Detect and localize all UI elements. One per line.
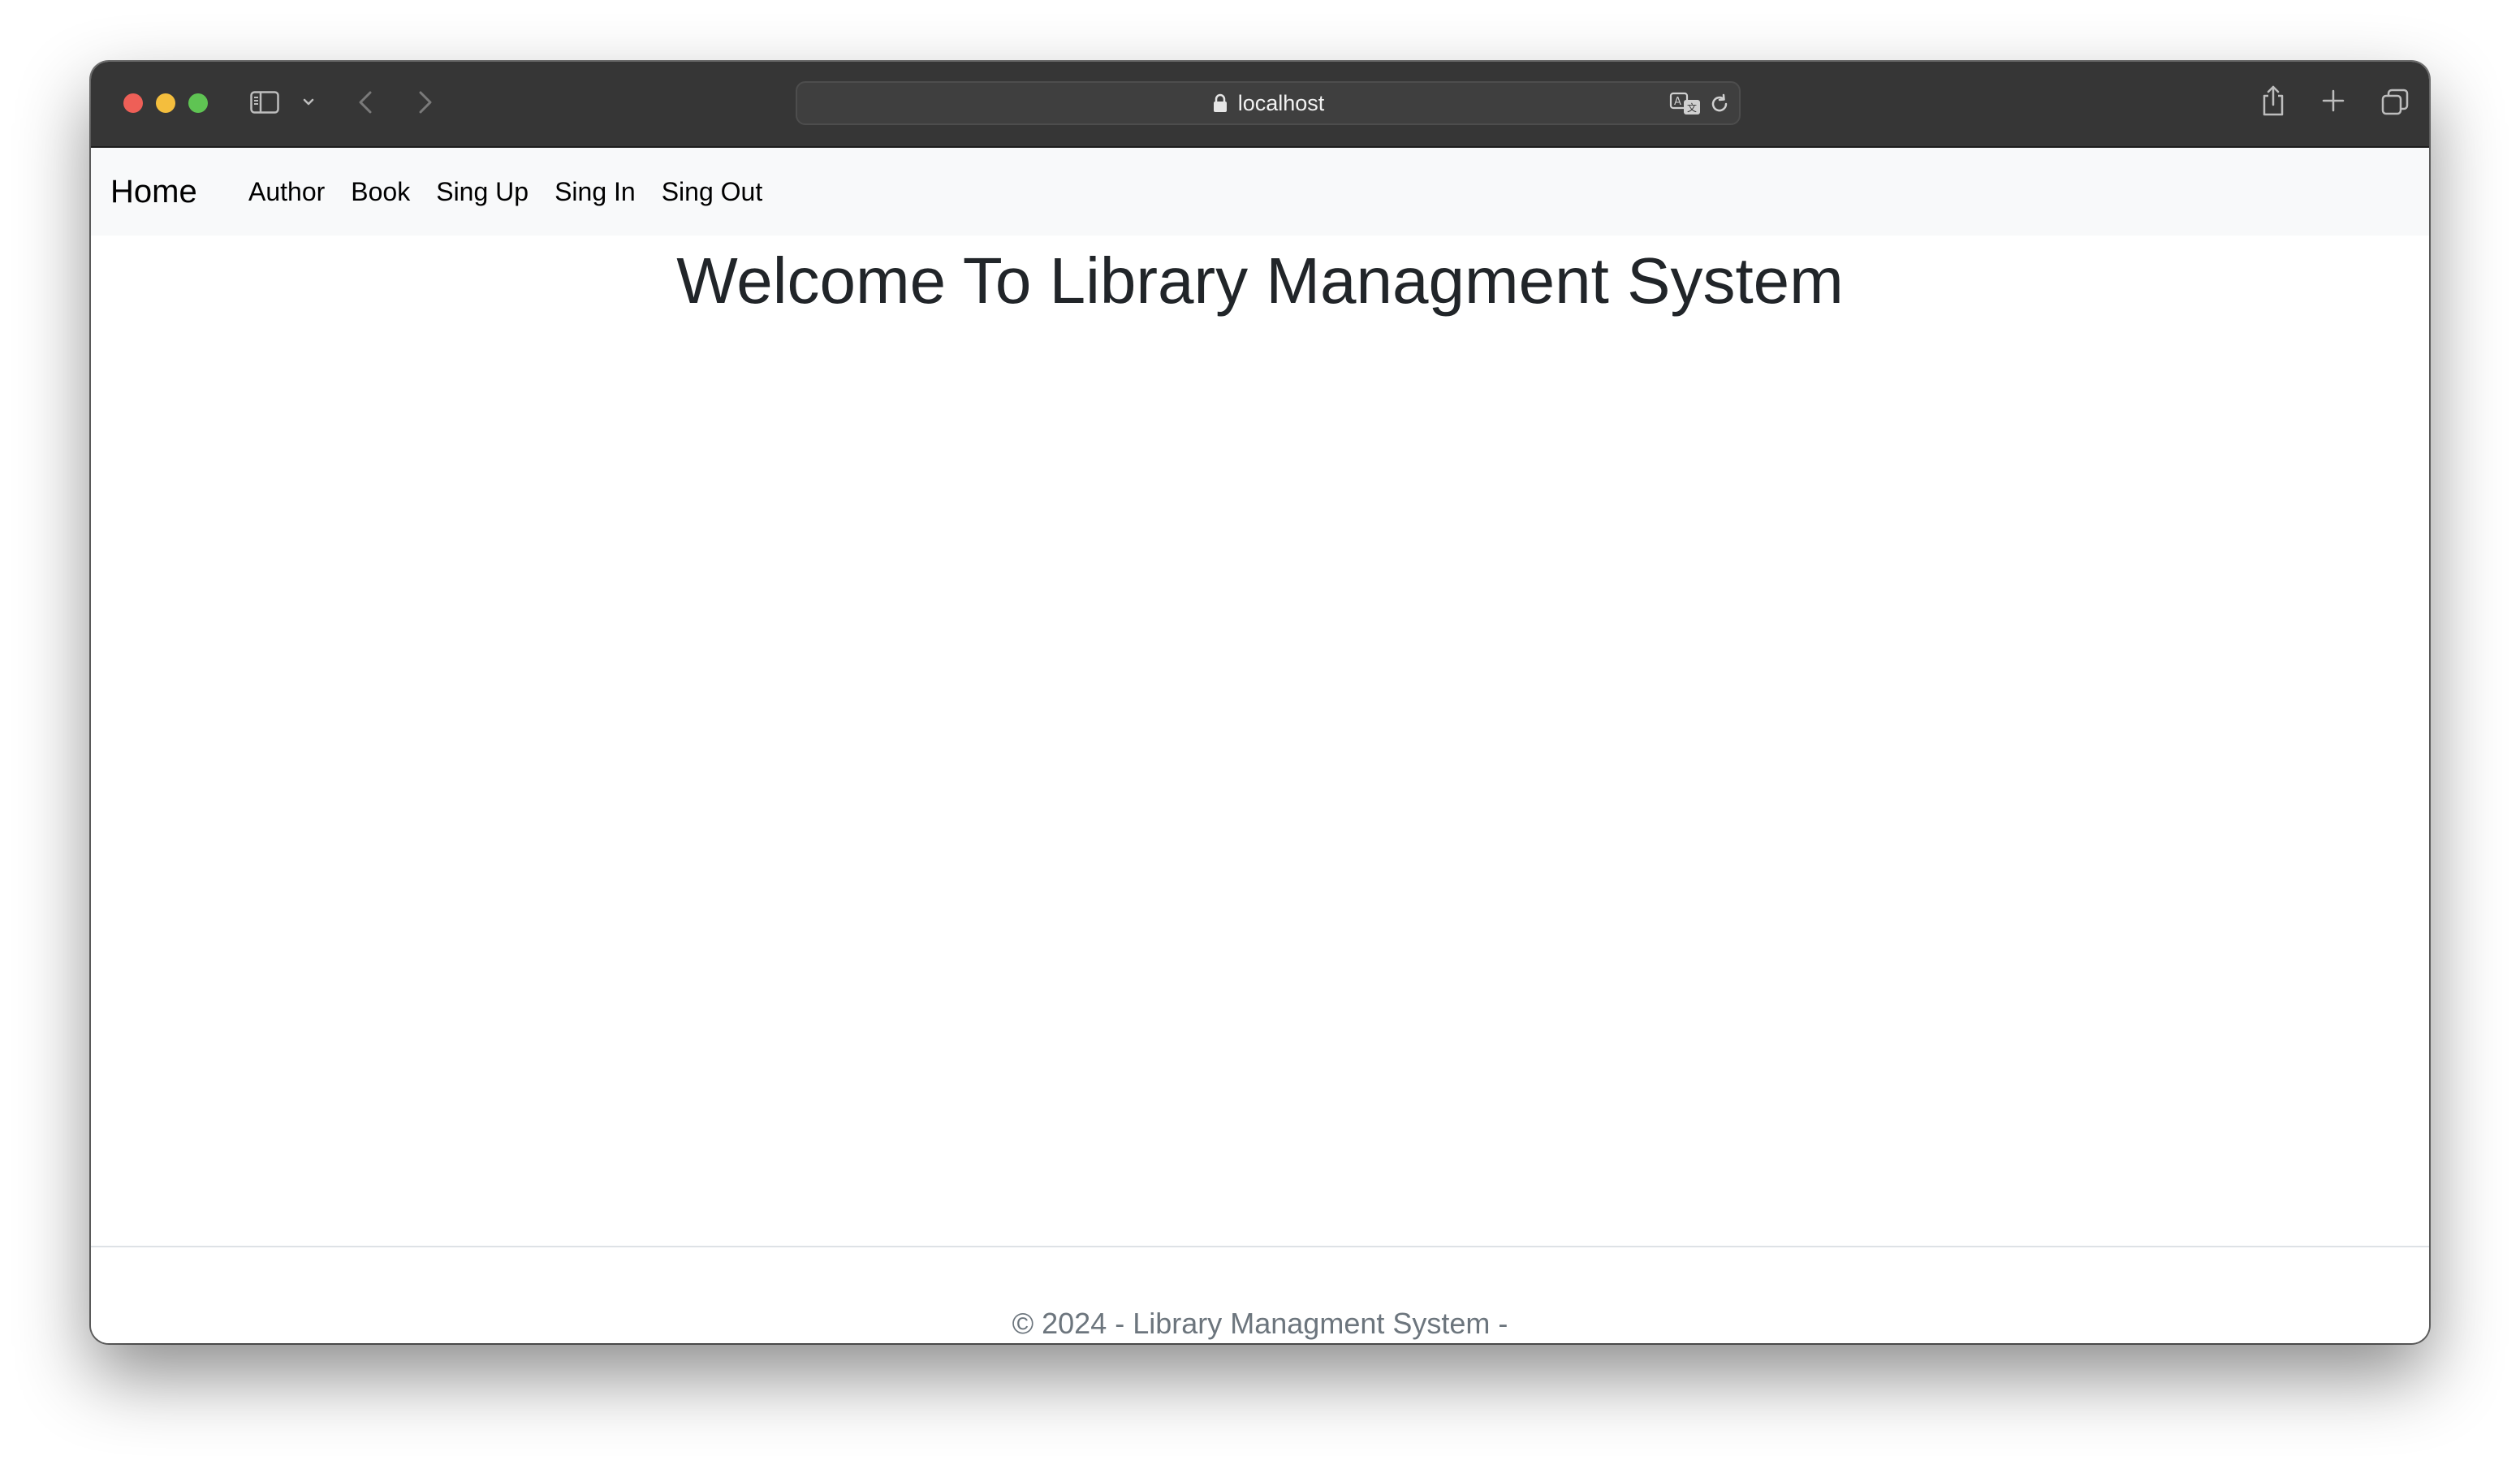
brand-home-link[interactable]: Home xyxy=(110,167,197,216)
translate-icon[interactable]: A 文 xyxy=(1669,91,1702,117)
maximize-window-button[interactable] xyxy=(188,93,208,113)
site-navbar: Home Author Book Sing Up Sing In Sing Ou… xyxy=(91,148,2429,236)
address-bar[interactable]: localhost A 文 xyxy=(796,81,1741,125)
nav-link-sign-out[interactable]: Sing Out xyxy=(649,167,776,216)
nav-links: Author Book Sing Up Sing In Sing Out xyxy=(235,167,775,216)
browser-window: localhost A 文 Home Author Book Sing Up S… xyxy=(91,62,2429,1343)
nav-link-sign-in[interactable]: Sing In xyxy=(542,167,649,216)
page-title: Welcome To Library Managment System xyxy=(676,244,1844,317)
reload-icon[interactable] xyxy=(1708,93,1731,115)
footer-text: © 2024 - Library Managment System - xyxy=(1012,1307,1508,1340)
url-text: localhost xyxy=(1237,90,1325,115)
footer-divider xyxy=(91,1246,2429,1247)
chevron-down-icon[interactable] xyxy=(300,94,317,110)
lock-icon xyxy=(1213,93,1227,112)
nav-link-book[interactable]: Book xyxy=(338,167,423,216)
close-window-button[interactable] xyxy=(123,93,143,113)
share-icon[interactable] xyxy=(2260,84,2286,117)
forward-icon[interactable] xyxy=(409,88,438,117)
svg-text:A: A xyxy=(1674,96,1681,108)
page-content: Home Author Book Sing Up Sing In Sing Ou… xyxy=(91,148,2429,1343)
browser-toolbar: localhost A 文 xyxy=(91,62,2429,148)
svg-text:文: 文 xyxy=(1687,102,1697,114)
plus-icon[interactable] xyxy=(2320,88,2346,114)
nav-link-sign-up[interactable]: Sing Up xyxy=(423,167,542,216)
tabs-icon[interactable] xyxy=(2380,88,2410,117)
nav-link-author[interactable]: Author xyxy=(235,167,338,216)
minimize-window-button[interactable] xyxy=(156,93,175,113)
back-icon[interactable] xyxy=(352,88,382,117)
sidebar-icon[interactable] xyxy=(250,91,279,114)
